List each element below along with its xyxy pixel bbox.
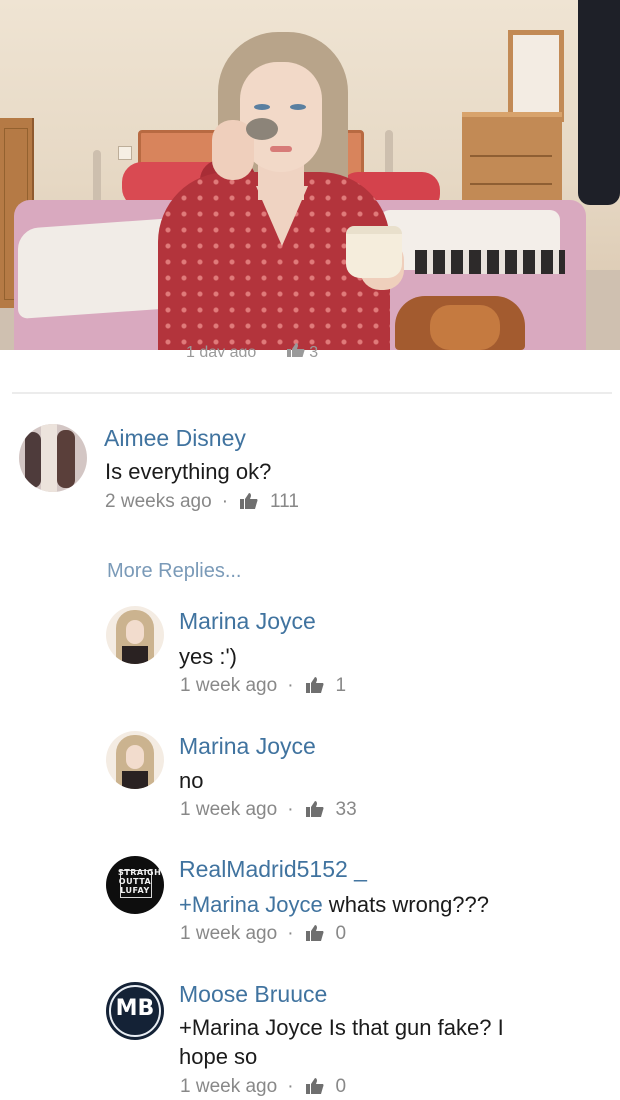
avatar[interactable]: STRAIGHT OUTTA LUFAY (106, 856, 164, 914)
separator-dot: · (287, 923, 294, 944)
comment-time: 2 weeks ago (105, 491, 212, 512)
avatar-figure (25, 432, 41, 488)
thumbs-up-icon[interactable] (305, 799, 324, 821)
thumbs-up-icon[interactable] (240, 491, 258, 513)
video-powder-jar (346, 226, 402, 278)
comment-author[interactable]: Marina Joyce (179, 608, 316, 635)
like-count: 1 (335, 675, 347, 696)
video-bag (430, 305, 500, 350)
like-count: 33 (335, 799, 357, 820)
video-makeup-brush (246, 118, 278, 140)
comment-text-body: whats wrong??? (322, 892, 490, 917)
comment-meta: 1 week ago · 0 (180, 923, 346, 945)
comment-time: 1 week ago (180, 675, 278, 696)
previous-comment-meta: 1 day ago 3 (186, 343, 318, 357)
thumbs-up-icon[interactable] (305, 923, 324, 945)
comment-time: 1 week ago (180, 799, 278, 820)
comment-time: 1 week ago (180, 1076, 278, 1097)
comment-text: Is everything ok? (105, 459, 272, 484)
like-count: 0 (335, 1076, 347, 1097)
avatar-body (122, 771, 148, 789)
video-mirror (508, 30, 564, 122)
separator-dot: · (221, 491, 229, 512)
comment-author[interactable]: Marina Joyce (179, 733, 316, 760)
avatar-initials: MB (115, 996, 155, 1021)
video-player[interactable] (0, 0, 620, 350)
avatar[interactable] (19, 424, 87, 492)
divider (12, 392, 612, 394)
video-light-switch (118, 146, 132, 160)
comment-time: 1 week ago (180, 923, 278, 944)
comment-meta: 1 week ago · 33 (180, 799, 357, 821)
separator-dot: · (287, 675, 294, 696)
separator-dot: · (287, 799, 294, 820)
avatar[interactable] (106, 731, 164, 789)
avatar-face (126, 745, 144, 769)
comment-author[interactable]: Moose Bruuce (179, 981, 327, 1008)
like-count: 111 (270, 491, 299, 512)
avatar-face (126, 620, 144, 644)
previous-comment-time: 1 day ago (186, 344, 257, 358)
comment-author[interactable]: RealMadrid5152 _ (179, 856, 367, 883)
avatar-body (122, 646, 148, 664)
video-striped-throw (415, 250, 565, 274)
avatar[interactable] (106, 606, 164, 664)
thumbs-up-icon[interactable] (305, 1076, 324, 1098)
video-coat (578, 0, 620, 205)
separator-dot: · (287, 1076, 294, 1097)
video-person-lips (270, 146, 292, 152)
avatar[interactable]: MB (106, 982, 164, 1040)
thumbs-up-icon[interactable] (305, 675, 324, 697)
comment-text: no (179, 768, 204, 793)
avatar-logo-text: STRAIGHT OUTTA LUFAY (118, 868, 164, 895)
video-person-eye (254, 104, 270, 110)
previous-comment-likes: 3 (309, 344, 319, 358)
thumbs-up-icon[interactable] (286, 343, 305, 357)
avatar-background (41, 424, 57, 492)
comment-meta: 1 week ago · 0 (180, 1076, 346, 1098)
video-person-eye (290, 104, 306, 110)
comment-meta: 1 week ago · 1 (180, 675, 346, 697)
comment-text-line-2: hope so (179, 1044, 258, 1069)
comment-text: yes :') (179, 644, 237, 669)
comment-author[interactable]: Aimee Disney (104, 425, 246, 452)
comment-text: +Marina Joyce whats wrong??? (179, 890, 489, 920)
like-count: 0 (335, 923, 347, 944)
comment-meta: 2 weeks ago · 111 (105, 491, 299, 513)
more-replies-link[interactable]: More Replies... (107, 560, 242, 583)
avatar-figure (57, 430, 75, 488)
mention-link[interactable]: +Marina Joyce (179, 892, 323, 917)
comment-text-line-1: +Marina Joyce Is that gun fake? I (179, 1015, 504, 1040)
